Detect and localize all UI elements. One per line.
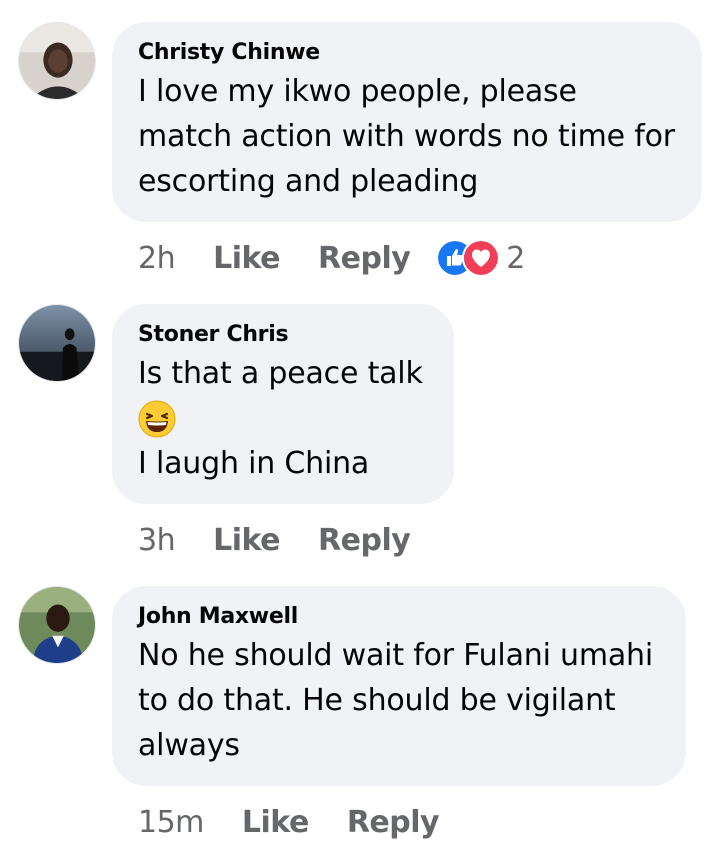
reaction-count: 2: [506, 240, 526, 276]
comment-actions: 3h Like Reply: [138, 520, 448, 560]
comment-text: No he should wait for Fulani umahi to do…: [138, 638, 654, 763]
comment-author[interactable]: Stoner Chris: [138, 321, 428, 349]
comment-timestamp[interactable]: 3h: [138, 523, 176, 558]
grinning-squinting-face-emoji: [138, 400, 176, 438]
comment-timestamp[interactable]: 15m: [138, 805, 204, 840]
reaction-summary[interactable]: 2: [436, 239, 525, 277]
comment-author[interactable]: Christy Chinwe: [138, 39, 676, 67]
avatar[interactable]: [18, 22, 96, 100]
reply-button[interactable]: Reply: [318, 523, 411, 558]
comment-bubble: Stoner Chris Is that a peace talk I laug…: [112, 304, 454, 504]
avatar[interactable]: [18, 586, 96, 664]
like-button[interactable]: Like: [213, 523, 280, 558]
comment-actions: 15m Like Reply: [138, 802, 477, 842]
comment-author[interactable]: John Maxwell: [138, 603, 660, 631]
like-button[interactable]: Like: [242, 805, 309, 840]
avatar[interactable]: [18, 304, 96, 382]
comment-actions: 2h Like Reply 2: [138, 238, 525, 278]
reply-button[interactable]: Reply: [347, 805, 440, 840]
comment-text-line: Is that a peace talk: [138, 356, 423, 391]
comment-text: I love my ikwo people, please match acti…: [138, 74, 675, 199]
reply-button[interactable]: Reply: [318, 241, 411, 276]
like-button[interactable]: Like: [213, 241, 280, 276]
comment-timestamp[interactable]: 2h: [138, 241, 176, 276]
love-icon: [462, 239, 501, 277]
comment-bubble: John Maxwell No he should wait for Fulan…: [112, 586, 686, 786]
comment-bubble: Christy Chinwe I love my ikwo people, pl…: [112, 22, 702, 222]
comment-text-line: I laugh in China: [138, 446, 370, 481]
